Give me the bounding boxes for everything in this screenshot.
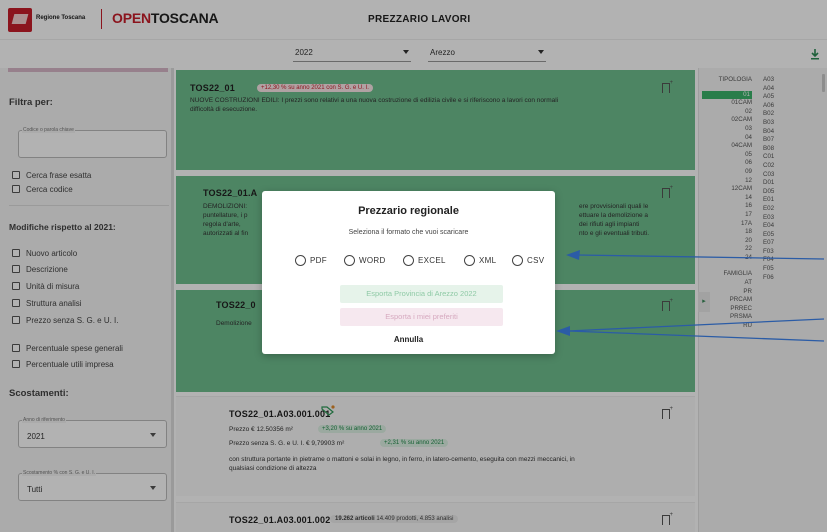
export-province-button[interactable]: Esporta Provincia di Arezzo 2022 — [340, 285, 503, 303]
format-pdf-radio[interactable]: PDF — [295, 254, 327, 266]
annotation-arrow — [566, 250, 825, 264]
annotation-arrow — [556, 318, 825, 342]
radio-circle[interactable] — [344, 254, 355, 266]
format-label: CSV — [527, 255, 545, 265]
radio-circle[interactable] — [512, 254, 523, 266]
format-label: XML — [479, 255, 497, 265]
format-label: WORD — [359, 255, 386, 265]
radio-circle[interactable] — [464, 254, 475, 266]
radio-circle[interactable] — [403, 254, 414, 266]
format-label: PDF — [310, 255, 327, 265]
dialog-subtitle: Seleziona il formato che vuoi scaricare — [348, 229, 469, 236]
format-excel-radio[interactable]: EXCEL — [403, 254, 446, 266]
export-dialog: Prezzario regionale Seleziona il formato… — [262, 191, 555, 354]
dialog-title: Prezzario regionale — [358, 205, 459, 217]
format-word-radio[interactable]: WORD — [344, 254, 386, 266]
format-xml-radio[interactable]: XML — [464, 254, 496, 266]
radio-circle[interactable] — [295, 254, 306, 266]
format-csv-radio[interactable]: CSV — [512, 254, 544, 266]
cancel-button[interactable]: Annulla — [262, 335, 555, 344]
format-label: EXCEL — [418, 255, 446, 265]
export-favorites-button[interactable]: Esporta i miei preferiti — [340, 308, 503, 326]
